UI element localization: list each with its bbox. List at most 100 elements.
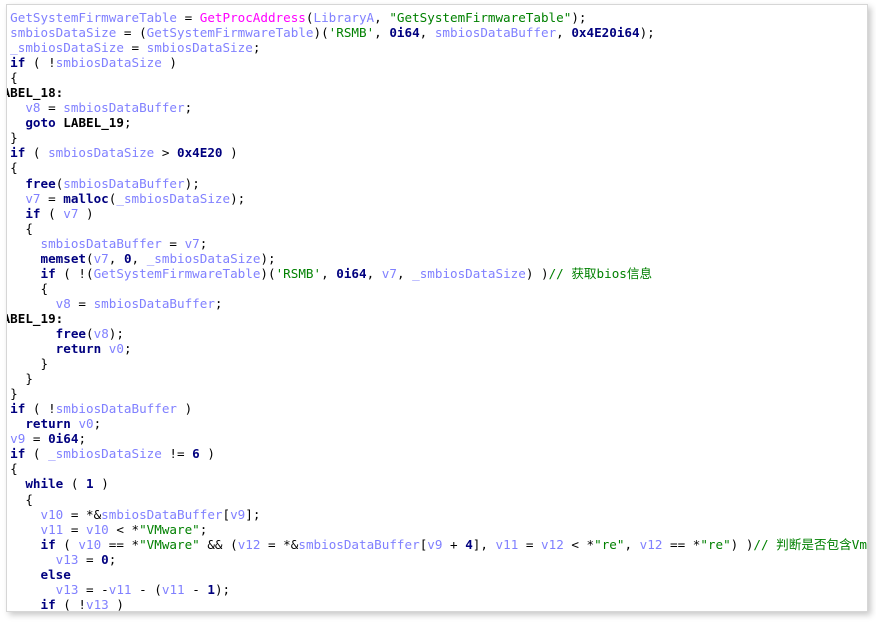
code-line[interactable]: { xyxy=(7,70,867,86)
code-line[interactable]: } xyxy=(7,356,867,372)
code-token-var: v7 xyxy=(184,235,200,251)
code-token-plain: ; xyxy=(199,521,208,537)
code-token-var: v11 xyxy=(495,536,519,552)
code-token-plain: && ( xyxy=(199,536,238,552)
code-line[interactable]: { xyxy=(7,160,867,175)
code-token-num: 1 xyxy=(207,581,215,597)
code-token-plain: + xyxy=(442,536,466,552)
code-token-plain: ( ! xyxy=(55,596,87,612)
code-token-var: smbiosDataSize xyxy=(48,145,155,161)
code-token-lbl: LABEL_18: xyxy=(7,85,64,101)
code-line[interactable]: _smbiosDataSize = smbiosDataSize; xyxy=(7,40,867,56)
code-line[interactable]: v13 = -v11 - (v11 - 1); xyxy=(7,581,867,597)
code-token-var: smbiosDataSize xyxy=(55,55,162,71)
code-line[interactable]: v7 = malloc(_smbiosDataSize); xyxy=(7,191,867,206)
code-token-str: "re" xyxy=(594,536,625,552)
code-token-plain: ( xyxy=(40,205,64,221)
code-token-plain: } xyxy=(40,356,49,372)
code-line[interactable]: { xyxy=(7,221,867,236)
code-token-var: v8 xyxy=(25,100,41,116)
code-token-plain: == * xyxy=(662,536,701,552)
code-line[interactable]: { xyxy=(7,461,867,476)
code-line[interactable]: if ( !smbiosDataSize ) xyxy=(7,55,867,71)
code-token-var: smbiosDataBuffer xyxy=(40,235,162,251)
code-token-num: 0i64 xyxy=(389,25,420,41)
code-line[interactable]: v9 = 0i64; xyxy=(7,431,867,447)
code-token-plain: [ xyxy=(222,506,231,522)
code-token-plain: = xyxy=(78,551,102,567)
decompiler-pseudocode-window[interactable]: GetSystemFirmwareTable = GetProcAddress (… xyxy=(6,4,868,612)
code-line[interactable]: free(v8); xyxy=(7,326,867,341)
code-token-plain: < * xyxy=(563,536,595,552)
code-token-var: v9 xyxy=(230,506,246,522)
code-token-kw: if xyxy=(40,596,56,612)
code-token-var: v9 xyxy=(427,536,443,552)
code-line[interactable]: return v0; xyxy=(7,416,867,431)
code-line[interactable]: { xyxy=(7,492,867,507)
code-token-var: GetSystemFirmwareTable xyxy=(146,25,314,41)
code-line[interactable]: LABEL_19: xyxy=(7,310,867,326)
code-line[interactable]: v8 = smbiosDataBuffer; xyxy=(7,296,867,311)
code-line[interactable]: memset(v7, 0, _smbiosDataSize); xyxy=(7,250,867,266)
code-token-var: smbiosDataBuffer xyxy=(63,100,185,116)
code-line[interactable]: if ( !(GetSystemFirmwareTable)('RSMB', 0… xyxy=(7,265,867,281)
code-line[interactable]: GetSystemFirmwareTable = GetProcAddress(… xyxy=(7,10,867,25)
code-line[interactable]: goto LABEL_19; xyxy=(7,115,867,130)
code-token-plain: ) ) xyxy=(525,265,549,281)
code-line[interactable]: v11 = v10 < *"VMware"; xyxy=(7,521,867,537)
code-token-plain: { xyxy=(10,70,18,86)
code-line[interactable]: } xyxy=(7,371,867,386)
code-line[interactable]: { xyxy=(7,281,867,296)
code-line[interactable]: smbiosDataBuffer = v7; xyxy=(7,235,867,251)
code-line[interactable]: if ( !smbiosDataBuffer ) xyxy=(7,401,867,416)
code-token-plain: ) ) xyxy=(730,536,754,552)
code-token-var: v12 xyxy=(541,536,564,552)
code-token-num: 0x4E20i64 xyxy=(571,25,640,41)
code-token-lbl: LABEL_19: xyxy=(7,310,64,326)
code-token-kw: if xyxy=(40,265,56,281)
pseudocode-code-view[interactable]: GetSystemFirmwareTable = GetProcAddress (… xyxy=(7,10,868,612)
code-token-kw: if xyxy=(10,446,26,462)
code-line[interactable]: else xyxy=(7,567,867,582)
code-line[interactable]: if ( !v13 ) xyxy=(7,596,867,612)
code-token-plain: , xyxy=(419,25,435,41)
code-line[interactable]: if ( smbiosDataSize > 0x4E20 ) xyxy=(7,145,867,161)
code-token-kw: if xyxy=(10,55,26,71)
code-token-var: _smbiosDataSize xyxy=(48,446,162,462)
code-line[interactable]: return v0; xyxy=(7,341,867,356)
code-token-num: 6 xyxy=(192,446,200,462)
code-line[interactable]: if ( v10 == *"VMware" && (v12 = *&smbios… xyxy=(7,536,868,552)
code-token-plain: = xyxy=(123,40,147,56)
code-line[interactable]: } xyxy=(7,130,867,145)
code-line[interactable]: v13 = 0; xyxy=(7,551,867,567)
code-token-var: v10 xyxy=(78,536,102,552)
code-token-plain: ( xyxy=(25,145,49,161)
code-line[interactable]: v10 = *&smbiosDataBuffer[v9]; xyxy=(7,506,867,522)
code-line[interactable]: } xyxy=(7,386,867,401)
code-token-var: smbiosDataBuffer xyxy=(434,25,557,41)
code-line[interactable]: LABEL_18: xyxy=(7,85,867,101)
code-line[interactable]: while ( 1 ) xyxy=(7,476,867,492)
code-token-var: v13 xyxy=(55,581,79,597)
code-token-plain: , xyxy=(366,265,382,281)
code-token-plain: ( ! xyxy=(25,55,56,71)
code-line[interactable]: v8 = smbiosDataBuffer; xyxy=(7,100,867,116)
code-token-var: _smbiosDataSize xyxy=(10,40,124,56)
code-line[interactable]: smbiosDataSize = (GetSystemFirmwareTable… xyxy=(7,25,867,41)
code-token-var: smbiosDataSize xyxy=(10,25,117,41)
code-token-plain: , xyxy=(624,536,640,552)
code-line[interactable]: if ( v7 ) xyxy=(7,205,867,221)
code-token-plain: ; xyxy=(108,551,117,567)
code-token-var: _smbiosDataSize xyxy=(146,250,261,266)
code-token-num: 1 xyxy=(86,476,94,492)
code-line[interactable]: free(smbiosDataBuffer); xyxy=(7,176,867,191)
code-line[interactable]: if ( _smbiosDataSize != 6 ) xyxy=(7,446,867,462)
code-token-plain: ) xyxy=(161,55,178,71)
code-token-plain: ) xyxy=(222,145,238,161)
code-token-num: 0i64 xyxy=(48,431,79,447)
